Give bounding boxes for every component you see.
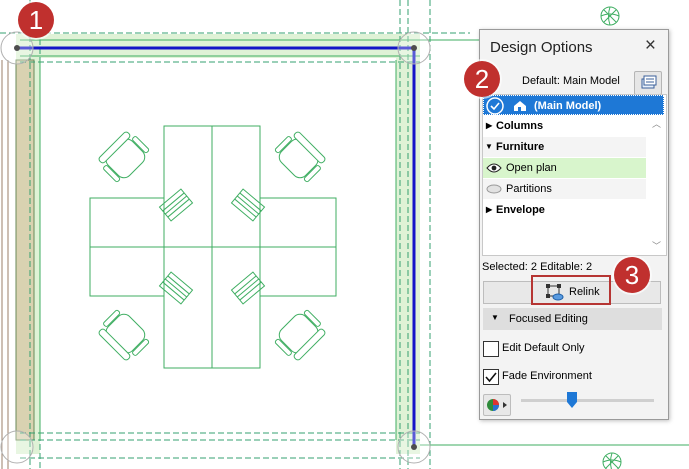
option-partitions-row[interactable]: Partitions <box>483 179 646 199</box>
option-open-plan-row[interactable]: Open plan <box>483 158 646 178</box>
group-envelope-label: Envelope <box>496 204 545 216</box>
house-icon <box>514 101 526 111</box>
option-open-plan-label: Open plan <box>506 162 557 174</box>
collapse-arrow-icon[interactable]: ▼ <box>491 313 499 322</box>
expand-arrow-icon[interactable]: ▶ <box>486 116 492 136</box>
group-columns-label: Columns <box>496 120 544 132</box>
callout-3: 3 <box>614 257 650 293</box>
focused-editing-label: Focused Editing <box>509 313 588 325</box>
hidden-eye-icon[interactable] <box>486 183 502 195</box>
checkmark-icon <box>485 372 497 383</box>
fade-environment-label: Fade Environment <box>502 370 592 382</box>
left-column-fill <box>15 59 35 441</box>
collapse-arrow-icon[interactable]: ▼ <box>485 137 493 157</box>
group-envelope-row[interactable]: ▶ Envelope <box>483 200 646 220</box>
main-model-row[interactable]: (Main Model) <box>483 95 664 115</box>
fade-color-button[interactable] <box>483 394 511 416</box>
design-options-palette: Design Options × Default: Main Model (Ma… <box>479 29 669 420</box>
default-option-row: Default: Main Model <box>480 70 668 95</box>
design-option-manager-button[interactable] <box>634 71 662 95</box>
fade-slider-track[interactable] <box>521 399 654 402</box>
palette-title: Design Options <box>490 39 593 56</box>
group-columns-row[interactable]: ▶ Columns <box>483 116 646 136</box>
main-model-label: (Main Model) <box>534 100 602 112</box>
eye-icon[interactable] <box>486 162 502 174</box>
callout-2: 2 <box>464 61 500 97</box>
fade-environment-checkbox[interactable] <box>483 369 499 385</box>
selection-status: Selected: 2 Editable: 2 <box>482 261 593 273</box>
expand-arrow-icon[interactable]: ▶ <box>486 200 492 220</box>
fade-slider-thumb[interactable] <box>566 392 577 408</box>
group-furniture-row[interactable]: ▼ Furniture <box>483 137 646 157</box>
focused-editing-header[interactable]: ▼ Focused Editing <box>483 308 662 330</box>
relink-highlight <box>531 275 611 305</box>
scroll-up-icon[interactable]: ︿ <box>652 117 661 130</box>
default-option-label: Default: Main Model <box>522 75 620 87</box>
color-wheel-icon <box>487 399 507 411</box>
close-icon[interactable]: × <box>645 35 656 57</box>
edit-default-only-checkbox[interactable] <box>483 341 499 357</box>
scroll-down-icon[interactable]: ﹀ <box>652 239 661 252</box>
design-options-list: (Main Model) ▶ Columns ▼ Furniture Open … <box>482 94 667 256</box>
group-furniture-label: Furniture <box>496 141 545 153</box>
list-scrollbar[interactable]: ︿ ﹀ <box>649 117 664 254</box>
layers-icon <box>641 75 657 89</box>
callout-1: 1 <box>18 2 54 38</box>
left-structure <box>1 60 9 469</box>
option-partitions-label: Partitions <box>506 183 552 195</box>
edit-default-only-label: Edit Default Only <box>502 342 585 354</box>
check-circle-icon <box>486 97 504 115</box>
